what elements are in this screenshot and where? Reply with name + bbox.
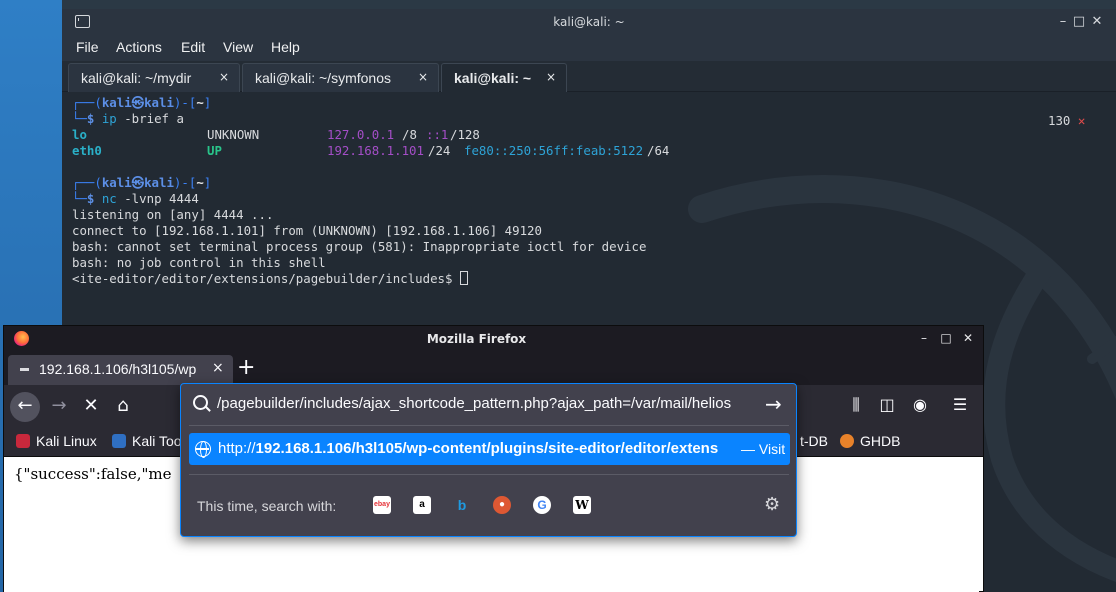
suggestion-action: — Visit — [741, 441, 786, 457]
kali-tools-icon — [112, 434, 126, 448]
tab-close-icon[interactable]: × — [418, 70, 428, 84]
terminal-tabbar: kali@kali: ~/mydir × kali@kali: ~/symfon… — [62, 61, 1116, 92]
back-button[interactable]: ← — [10, 392, 40, 422]
menu-file[interactable]: File — [76, 39, 99, 55]
terminal-tab-home[interactable]: kali@kali: ~ × — [441, 63, 567, 92]
duckduckgo-search-icon[interactable]: ● — [493, 496, 511, 514]
account-icon[interactable]: ◉ — [910, 395, 930, 414]
maximize-button[interactable]: □ — [939, 331, 953, 345]
json-response-text: {"success":false,"me — [14, 465, 172, 483]
library-icon[interactable]: ⫼ — [846, 395, 866, 415]
prompt-line-1: ┌──(kali㉿kali)-[~] — [72, 95, 212, 110]
close-button[interactable]: ✕ — [1089, 13, 1105, 31]
firefox-titlebar: Mozilla Firefox – □ ✕ — [4, 326, 983, 354]
close-button[interactable]: ✕ — [961, 331, 975, 345]
tab-close-icon[interactable]: × — [546, 70, 556, 84]
command-args: -brief a — [116, 111, 184, 126]
menu-view[interactable]: View — [223, 39, 253, 55]
shell-prompt-line: <ite-editor/editor/extensions/pagebuilde… — [72, 271, 468, 287]
terminal-menubar: File Actions Edit View Help — [62, 36, 1116, 61]
terminal-titlebar: kali@kali: ~ – □ ✕ — [62, 9, 1116, 36]
google-search-icon[interactable]: G — [533, 496, 551, 514]
command-bin: ip — [101, 111, 117, 126]
menu-edit[interactable]: Edit — [181, 39, 205, 55]
maximize-button[interactable]: □ — [1071, 13, 1087, 31]
menu-help[interactable]: Help — [271, 39, 300, 55]
tab-label: kali@kali: ~ — [454, 70, 532, 86]
go-arrow-icon[interactable]: → — [765, 392, 782, 416]
bing-search-icon[interactable]: b — [453, 496, 471, 514]
gear-icon[interactable]: ⚙ — [764, 494, 780, 515]
sidebar-icon[interactable]: ◫ — [877, 395, 897, 414]
divider — [189, 425, 789, 426]
search-with-label: This time, search with: — [197, 498, 337, 514]
prompt-user-host: kali㉿kali — [101, 95, 174, 110]
firefox-tabbar: 192.168.1.106/h3l105/wp × + — [4, 354, 983, 385]
prompt-line-2: ┌──(kali㉿kali)-[~] — [72, 175, 212, 190]
bookmark-kali-tools[interactable]: Kali Too — [112, 433, 182, 449]
menu-actions[interactable]: Actions — [116, 39, 162, 55]
amazon-search-icon[interactable]: a — [413, 496, 431, 514]
command-line-2: └─$ nc -lvnp 4444 — [72, 191, 199, 206]
globe-icon — [195, 441, 211, 458]
exit-status: 130 ✕ — [1048, 113, 1086, 128]
output-line: bash: cannot set terminal process group … — [72, 239, 647, 254]
url-input[interactable]: /pagebuilder/includes/ajax_shortcode_pat… — [217, 395, 762, 412]
exit-error-icon: ✕ — [1077, 113, 1086, 128]
ebay-search-icon[interactable]: ebay — [373, 496, 391, 514]
bookmark-kali-linux[interactable]: Kali Linux — [16, 433, 97, 449]
tab-label: kali@kali: ~/symfonos — [255, 70, 391, 86]
urlbar-dropdown: /pagebuilder/includes/ajax_shortcode_pat… — [180, 383, 797, 537]
output-line: connect to [192.168.1.101] from (UNKNOWN… — [72, 223, 542, 238]
ghdb-icon — [840, 434, 854, 448]
tab-close-icon[interactable]: × — [219, 70, 229, 84]
minimize-button[interactable]: – — [1055, 13, 1071, 31]
new-tab-button[interactable]: + — [237, 356, 255, 380]
stop-button[interactable]: ✕ — [76, 392, 106, 422]
tab-label: kali@kali: ~/mydir — [81, 70, 192, 86]
divider — [189, 474, 789, 475]
firefox-title: Mozilla Firefox — [426, 332, 527, 346]
tab-loading-icon — [20, 368, 29, 371]
home-button[interactable]: ⌂ — [108, 392, 138, 422]
forward-button[interactable]: → — [44, 392, 74, 422]
desktop-top-strip — [62, 0, 1116, 9]
command-line-1: └─$ ip -brief a — [72, 111, 184, 126]
bookmark-ghdb[interactable]: GHDB — [840, 433, 900, 449]
wikipedia-search-icon[interactable]: W — [573, 496, 591, 514]
suggestion-url: http://192.168.1.106/h3l105/wp-content/p… — [218, 440, 719, 457]
tab-title: 192.168.1.106/h3l105/wp — [39, 361, 197, 377]
menu-icon[interactable]: ☰ — [950, 395, 970, 414]
url-suggestion-row[interactable]: http://192.168.1.106/h3l105/wp-content/p… — [189, 433, 790, 465]
prompt-dir: ~ — [196, 95, 204, 110]
minimize-button[interactable]: – — [917, 331, 931, 345]
output-line: listening on [any] 4444 ... — [72, 207, 274, 222]
urlbar[interactable]: /pagebuilder/includes/ajax_shortcode_pat… — [181, 384, 796, 426]
terminal-tab-mydir[interactable]: kali@kali: ~/mydir × — [68, 63, 240, 92]
terminal-cursor — [459, 271, 468, 285]
kali-icon — [16, 434, 30, 448]
terminal-title: kali@kali: ~ — [553, 15, 625, 29]
bookmark-exploit-db[interactable]: t-DB — [800, 433, 828, 449]
search-icon — [193, 395, 208, 410]
browser-tab[interactable]: 192.168.1.106/h3l105/wp × — [8, 355, 233, 385]
tab-close-icon[interactable]: × — [212, 360, 224, 376]
terminal-tab-symfonos[interactable]: kali@kali: ~/symfonos × — [242, 63, 439, 92]
output-line: bash: no job control in this shell — [72, 255, 326, 270]
